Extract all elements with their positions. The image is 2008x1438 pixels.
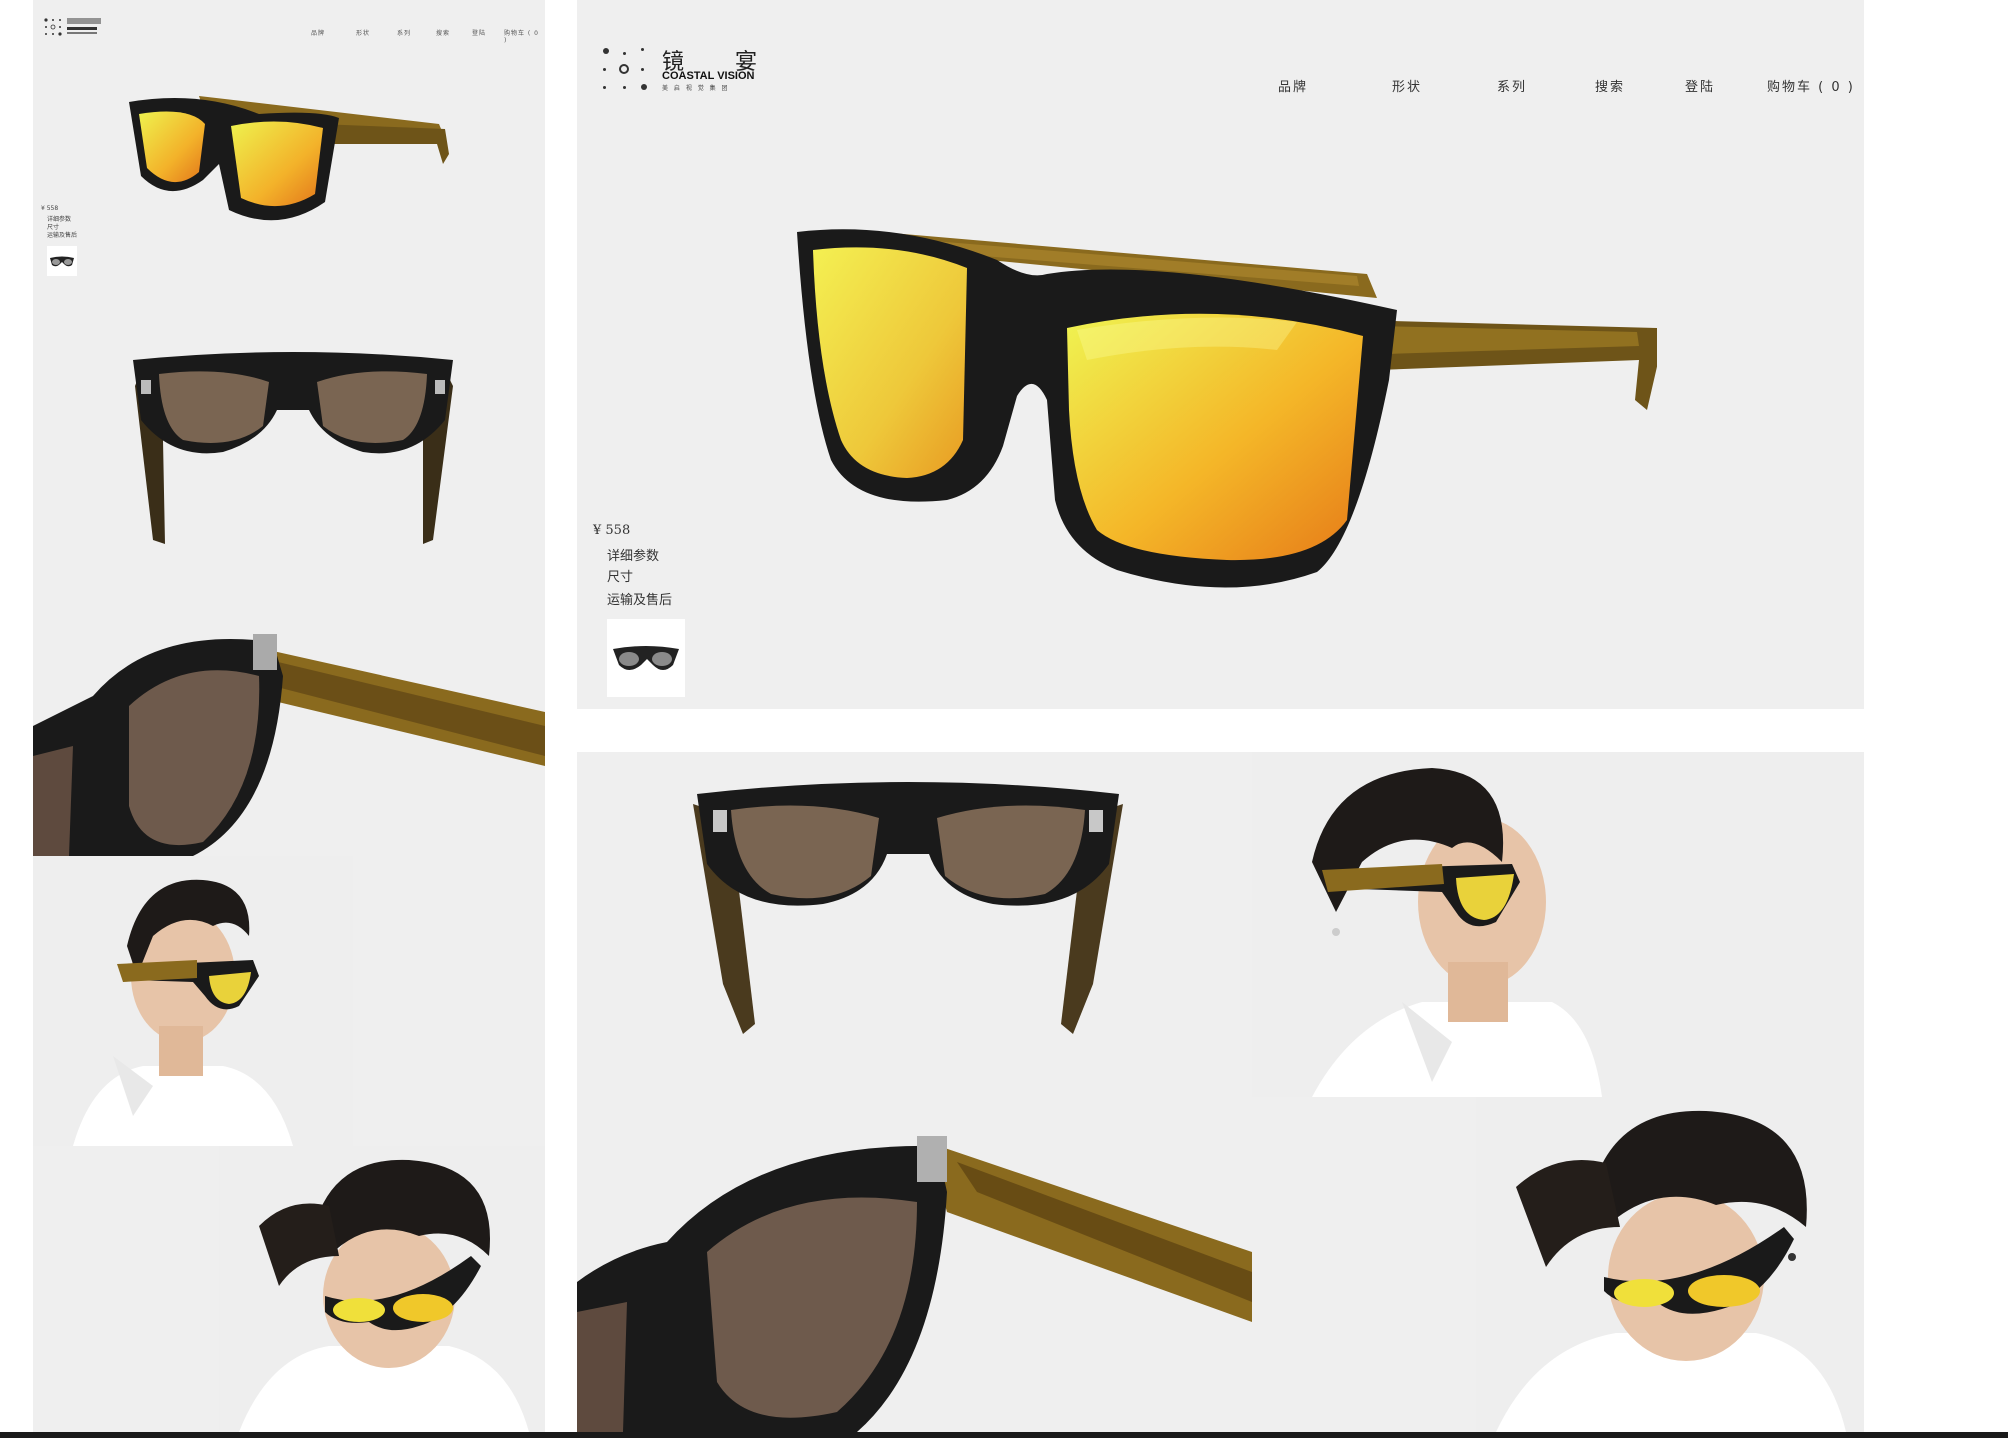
- product-thumbnail[interactable]: [607, 619, 685, 697]
- nav-cart[interactable]: 购物车 ( 0 ): [1767, 76, 1855, 95]
- mini-link-shipping[interactable]: 运输及售后: [47, 230, 77, 239]
- link-size[interactable]: 尺寸: [607, 566, 633, 585]
- nav-search[interactable]: 搜索: [1595, 76, 1625, 95]
- mini-nav-shape[interactable]: 形状: [356, 28, 370, 37]
- link-shipping[interactable]: 运输及售后: [607, 589, 672, 608]
- logo-icon[interactable]: [603, 48, 653, 94]
- mini-model-photo-side: [33, 856, 353, 1146]
- overview-column: 品牌 形状 系列 搜索 登陆 购物车 ( 0 ) ¥ 558 详细参数 尺寸 运…: [33, 0, 545, 1432]
- mini-nav-brand[interactable]: 品牌: [311, 28, 325, 37]
- mini-product-image: [119, 84, 459, 234]
- nav-series[interactable]: 系列: [1497, 76, 1527, 95]
- hero-product-image: [797, 210, 1657, 590]
- nav-brand[interactable]: 品牌: [1278, 76, 1308, 95]
- gallery-back-view-image: [683, 764, 1133, 1044]
- mini-thumbnail[interactable]: [47, 246, 77, 276]
- brand-tagline: 美 启 视 觉 集 团: [662, 85, 730, 92]
- hero-panel: 镜 宴 COASTAL VISION 美 启 视 觉 集 团 品牌 形状 系列 …: [577, 0, 1864, 709]
- gallery-model-photo-down: [1476, 1097, 1864, 1432]
- mini-nav-cart[interactable]: 购物车 ( 0 ): [504, 28, 545, 44]
- nav-login[interactable]: 登陆: [1685, 76, 1715, 95]
- mini-nav-series[interactable]: 系列: [397, 28, 411, 37]
- gallery-model-photo-side: [1252, 752, 1864, 1097]
- gallery-hinge-detail-image: [577, 1122, 1252, 1432]
- mini-model-photo-down: [219, 1146, 545, 1432]
- gallery-panel: [577, 752, 1864, 1432]
- nav-shape[interactable]: 形状: [1392, 76, 1422, 95]
- mini-nav-login[interactable]: 登陆: [472, 28, 486, 37]
- product-price: ¥ 558: [593, 523, 631, 538]
- link-specs[interactable]: 详细参数: [607, 545, 659, 564]
- mini-back-view-image: [113, 340, 473, 550]
- mini-logo[interactable]: [43, 16, 103, 38]
- bottom-edge: [0, 1432, 2008, 1438]
- brand-name-en[interactable]: COASTAL VISION: [662, 70, 755, 82]
- mini-price: ¥ 558: [41, 205, 59, 212]
- mini-hinge-detail-image: [33, 616, 545, 856]
- mini-nav-search[interactable]: 搜索: [436, 28, 450, 37]
